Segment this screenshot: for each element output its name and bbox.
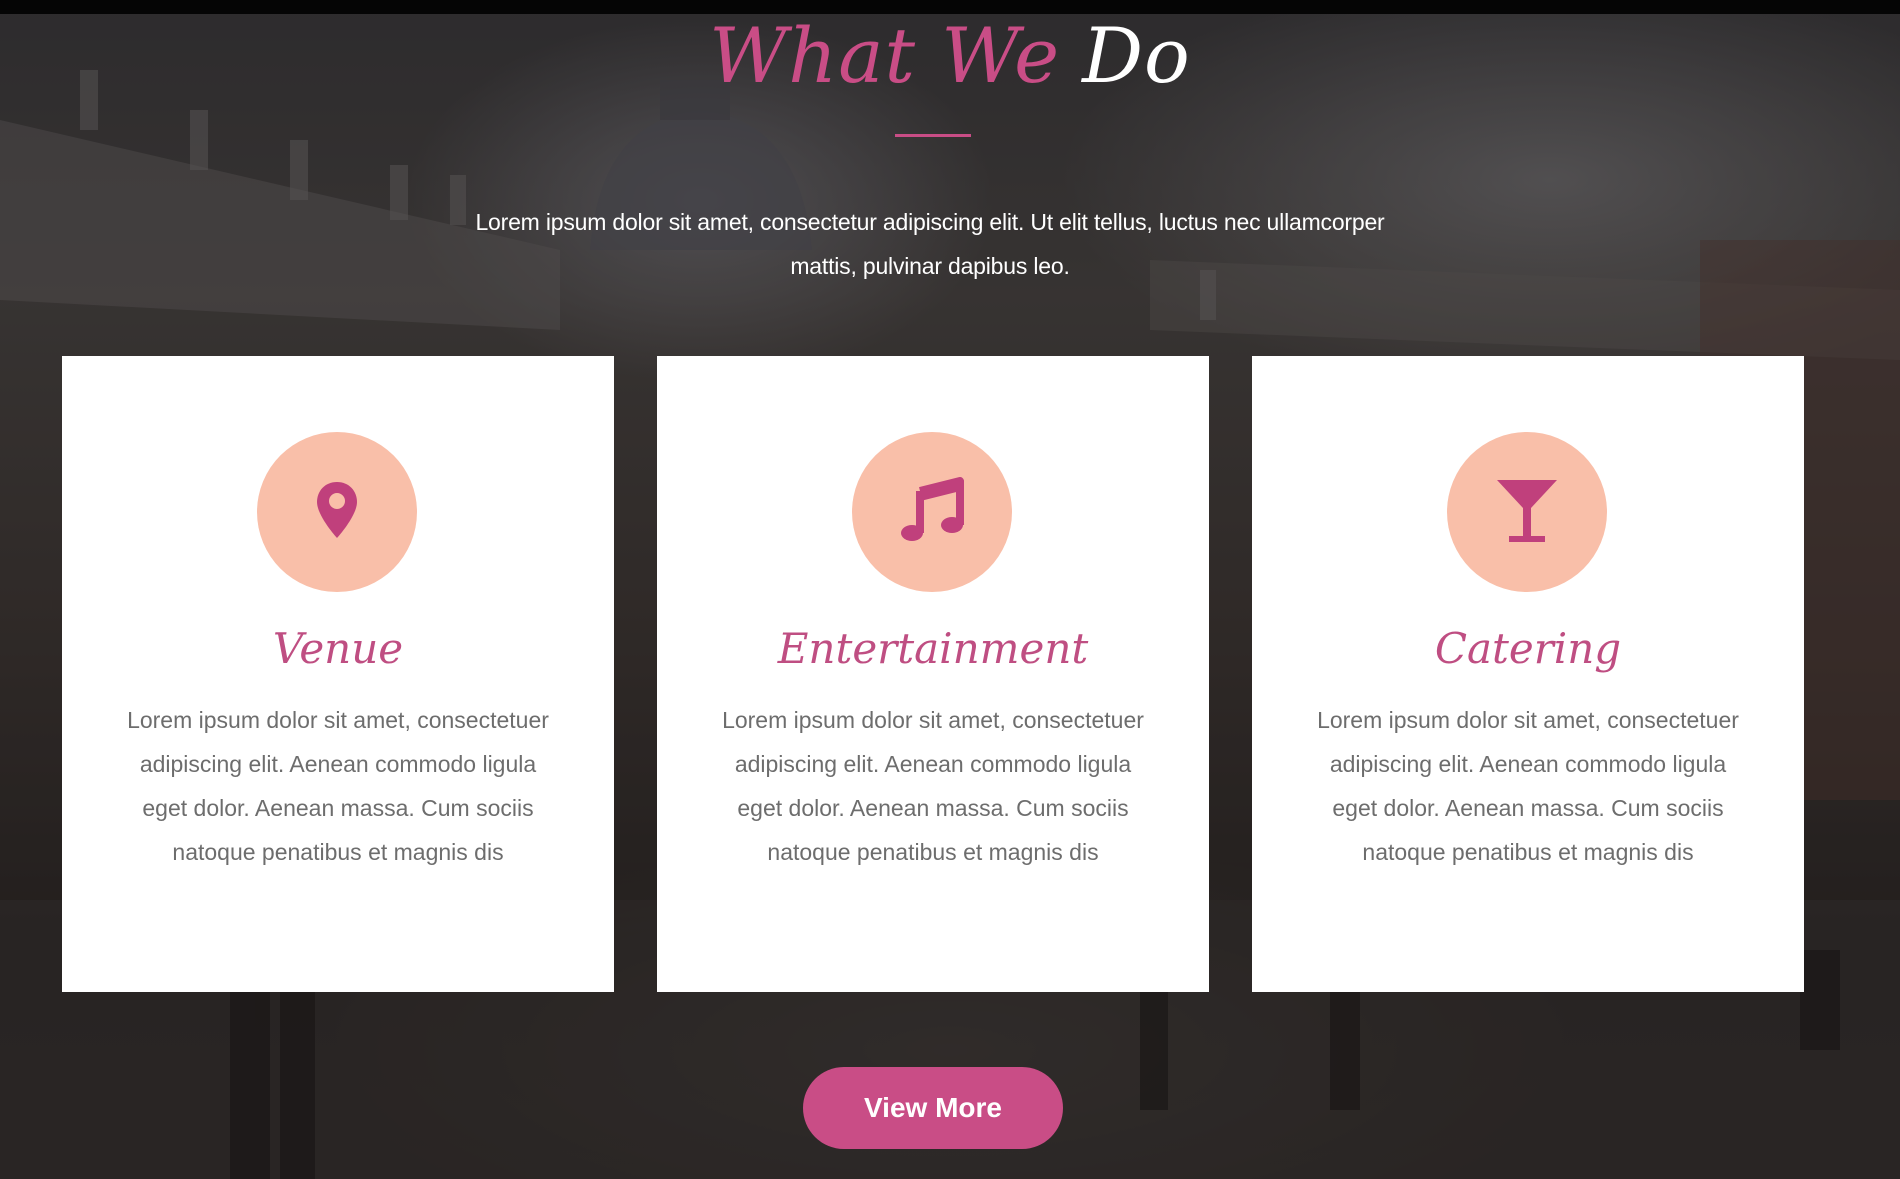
section-title-accent: What We xyxy=(709,11,1061,100)
music-note-icon xyxy=(900,476,964,548)
service-card-venue: Venue Lorem ipsum dolor sit amet, consec… xyxy=(62,356,614,992)
top-bar xyxy=(0,0,1900,14)
service-card-entertainment: Entertainment Lorem ipsum dolor sit amet… xyxy=(657,356,1209,992)
card-text: Lorem ipsum dolor sit amet, consectetuer… xyxy=(1317,707,1739,865)
service-card-catering: Catering Lorem ipsum dolor sit amet, con… xyxy=(1252,356,1804,992)
card-text: Lorem ipsum dolor sit amet, consectetuer… xyxy=(722,707,1144,865)
card-title: Catering xyxy=(1434,624,1622,673)
section-title: What We Do xyxy=(0,6,1900,106)
card-title: Venue xyxy=(272,624,404,673)
card-title: Entertainment xyxy=(777,624,1089,673)
section-intro: Lorem ipsum dolor sit amet, consectetur … xyxy=(475,209,1385,279)
view-more-button[interactable]: View More xyxy=(803,1067,1063,1149)
icon-circle xyxy=(852,432,1012,592)
title-divider xyxy=(895,134,971,137)
section-title-main: Do xyxy=(1082,11,1191,100)
cocktail-glass-icon xyxy=(1495,476,1559,549)
icon-circle xyxy=(1447,432,1607,592)
card-text: Lorem ipsum dolor sit amet, consectetuer… xyxy=(127,707,549,865)
icon-circle xyxy=(257,432,417,592)
map-pin-icon xyxy=(315,480,359,545)
